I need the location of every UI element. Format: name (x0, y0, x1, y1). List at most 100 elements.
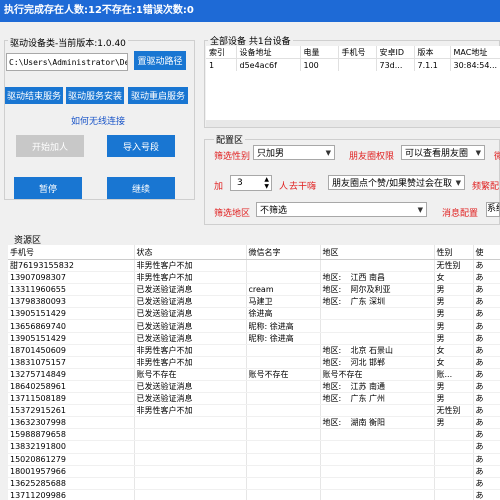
table-row[interactable]: 13905151429 已发送验证消息 昵称: 徐进高 男 あ (8, 332, 500, 345)
pause-button[interactable]: 暂停 (14, 177, 82, 199)
device-column-header[interactable]: 手机号 (338, 46, 377, 59)
phone-cell: 13275714849 (8, 368, 135, 381)
table-row[interactable]: 15988879658 あ (8, 428, 500, 442)
region-value (345, 261, 351, 270)
table-row[interactable]: 13275714849 账号不存在 账号不存在 账号不存在 账... あ (8, 368, 500, 381)
region-prefix: 地区: (322, 297, 342, 307)
status-cell (134, 477, 247, 490)
phone-cell: 13711209986 (8, 489, 135, 500)
phone-cell: 13625285688 (8, 477, 135, 490)
driver-path-input[interactable]: C:\Users\Administrator\Des (6, 53, 128, 71)
region-cell: 地区: 阿尔及利亚 (320, 283, 435, 297)
table-row[interactable]: 18640258961 已发送验证消息 地区: 江苏 南通 男 あ (8, 380, 500, 394)
gender-cell (434, 489, 474, 500)
phone-cell-text: 13711508189 (10, 394, 66, 404)
extra-cell: あ (473, 319, 500, 333)
extra-cell-text: あ (475, 273, 484, 283)
extra-cell-text: あ (475, 394, 484, 404)
region-prefix: 地区: (322, 285, 342, 295)
status-cell-text: 已发送验证消息 (136, 333, 193, 343)
resources-table: 手机号 状态 微信名字 地区 性别使 甜76193155832 非男性客户不加 无性别あ 13… (8, 245, 500, 500)
table-row[interactable]: 18001957966 あ (8, 465, 500, 478)
extra-cell: あ (473, 307, 500, 321)
resource-column-header[interactable]: 微信名字 (246, 245, 321, 260)
resource-column-header[interactable]: 手机号 (8, 245, 135, 260)
extra-cell: あ (473, 380, 500, 394)
gender-cell: 男 (434, 307, 474, 321)
add-count-stepper[interactable]: 3 ▲ ▼ (230, 175, 272, 191)
phone-cell-text: 18001957966 (10, 466, 66, 476)
region-value: 阿尔及利亚 (350, 285, 391, 295)
region-filter-select[interactable]: 不筛选 ▼ (256, 202, 427, 217)
table-row[interactable]: 13625285688 あ (8, 477, 500, 490)
extra-cell-text: あ (475, 369, 484, 379)
table-row[interactable]: 13831075157 非男性客户不加 地区: 河北 邯郸 女 あ (8, 356, 500, 369)
device-column-header[interactable]: 电量 (300, 46, 339, 59)
gender-cell-text: 男 (436, 297, 445, 307)
install-service-button[interactable]: 驱动服务安装 (66, 87, 124, 104)
device-column-header[interactable]: 版本 (414, 46, 451, 59)
chevron-down-icon: ▼ (475, 148, 481, 157)
wireless-link[interactable]: 如何无线连接 (71, 114, 125, 127)
resource-column-header[interactable]: 性别 (434, 245, 474, 260)
extra-cell: あ (473, 295, 500, 309)
phone-cell: 13311960655 (8, 283, 135, 297)
status-cell: 已发送验证消息 (134, 307, 247, 321)
region-cell (320, 307, 435, 321)
device-column-header[interactable]: 索引 (206, 46, 237, 59)
end-service-button[interactable]: 驱动结束服务 (5, 87, 63, 104)
extra-cell-text: あ (475, 442, 484, 452)
phone-cell-text: 13905151429 (10, 333, 66, 343)
table-row[interactable]: 13632307998 地区: 湖南 衡阳 男 あ (8, 416, 500, 430)
gender-filter-select[interactable]: 只加男 ▼ (253, 145, 335, 160)
region-cell: 地区: 北京 石景山 (320, 344, 435, 357)
table-row[interactable]: 13905151429 已发送验证消息 徐进高 男 あ (8, 307, 500, 321)
moments-permission-select[interactable]: 可以查看朋友圈 ▼ (401, 145, 485, 160)
status-cell-text: 已发送验证消息 (136, 321, 193, 331)
status-cell: 已发送验证消息 (134, 319, 247, 333)
table-row[interactable]: 18701450609 非男性客户不加 地区: 北京 石景山 女 あ (8, 344, 500, 357)
status-cell-text: 非男性客户不加 (136, 273, 193, 283)
table-row[interactable]: 15372915261 非男性客户不加 无性别 あ (8, 404, 500, 418)
device-column-header[interactable]: 安卓ID (376, 46, 415, 59)
table-row[interactable]: 甜76193155832 非男性客户不加 无性别 あ (8, 259, 500, 273)
region-cell: 地区: 河北 邯郸 (320, 356, 435, 369)
resource-column-header[interactable]: 状态 (134, 245, 247, 260)
set-driver-path-button[interactable]: 置驱动路径 (134, 51, 186, 70)
region-cell (320, 404, 435, 418)
phone-cell: 18001957966 (8, 465, 135, 478)
device-row[interactable]: 1 d5e4ac6f 100 73d... 7.1.1 30:84:54... (206, 58, 500, 71)
table-row[interactable]: 13656869740 已发送验证消息 昵称: 徐进高 男 あ (8, 319, 500, 333)
stepper-arrows-icon[interactable]: ▲ ▼ (264, 176, 269, 190)
resume-button[interactable]: 继续 (107, 177, 175, 199)
device-column-header[interactable]: 设备地址 (236, 46, 301, 59)
resource-column-header[interactable]: 使 (473, 245, 500, 260)
wechat-name-cell (246, 440, 321, 454)
table-row[interactable]: 13711508189 已发送验证消息 地区: 广东 广州 男 あ (8, 392, 500, 406)
device-column-header[interactable]: MAC地址 (450, 46, 500, 59)
region-value (345, 309, 351, 318)
region-cell (320, 465, 435, 478)
resources-table-wrap: 手机号 状态 微信名字 地区 性别使 甜76193155832 非男性客户不加 无性别あ 13… (8, 245, 500, 500)
extra-cell: あ (473, 453, 500, 466)
gender-cell-text: 账... (436, 369, 453, 379)
import-numbers-button[interactable]: 导入号段 (107, 135, 175, 157)
restart-service-button[interactable]: 驱动重启服务 (128, 87, 188, 104)
table-row[interactable]: 13907098307 非男性客户不加 地区: 江西 南昌 女 あ (8, 271, 500, 285)
table-row[interactable]: 13832191800 あ (8, 440, 500, 454)
device-scrollbar[interactable] (206, 120, 500, 127)
extra-cell-text: あ (475, 321, 484, 331)
resource-column-header[interactable]: 地区 (320, 245, 435, 260)
table-row[interactable]: 13311960655 已发送验证消息 cream 地区: 阿尔及利亚 男 あ (8, 283, 500, 297)
intervene-select[interactable]: 朋友圈点个赞/如果赞过会在取 ▼ (328, 175, 465, 190)
message-config-select[interactable]: 系统 (486, 202, 500, 217)
phone-cell: 13905151429 (8, 307, 135, 321)
region-value (345, 479, 351, 488)
start-add-button[interactable]: 开始加人 (16, 135, 84, 157)
gender-cell (434, 453, 474, 466)
table-row[interactable]: 13711209986 あ (8, 489, 500, 500)
table-row[interactable]: 15020861279 あ (8, 453, 500, 466)
phone-cell-text: 15988879658 (10, 430, 66, 440)
table-row[interactable]: 13798380093 已发送验证消息 马建卫 地区: 广东 深圳 男 あ (8, 295, 500, 309)
gender-cell: 账... (434, 368, 474, 381)
